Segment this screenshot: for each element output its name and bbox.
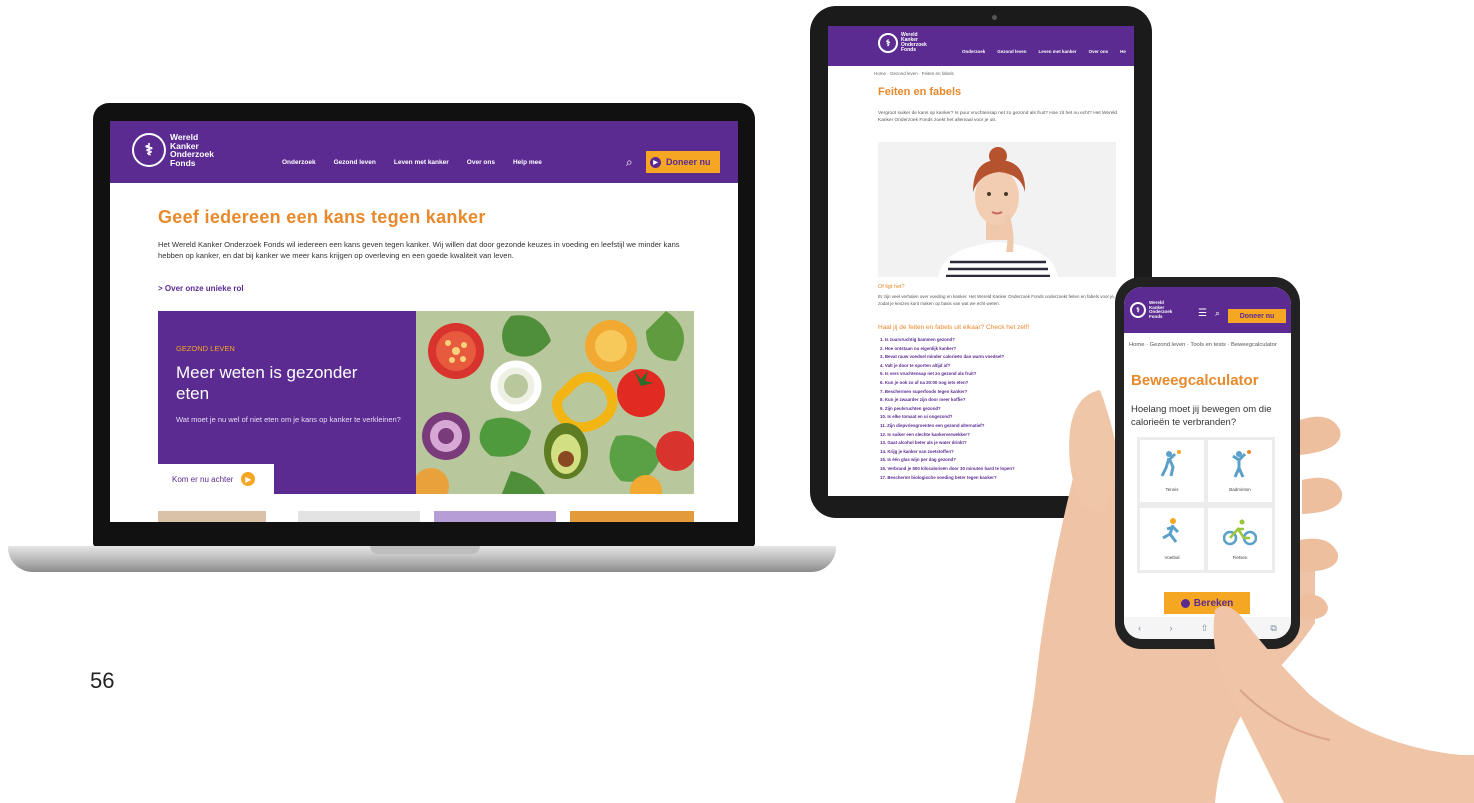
pointing-hand bbox=[1213, 606, 1474, 803]
brochure-page: ⚕ Wereld Kanker Onderzoek Fonds Onderzoe… bbox=[0, 0, 1474, 803]
page-number: 56 bbox=[90, 668, 115, 693]
